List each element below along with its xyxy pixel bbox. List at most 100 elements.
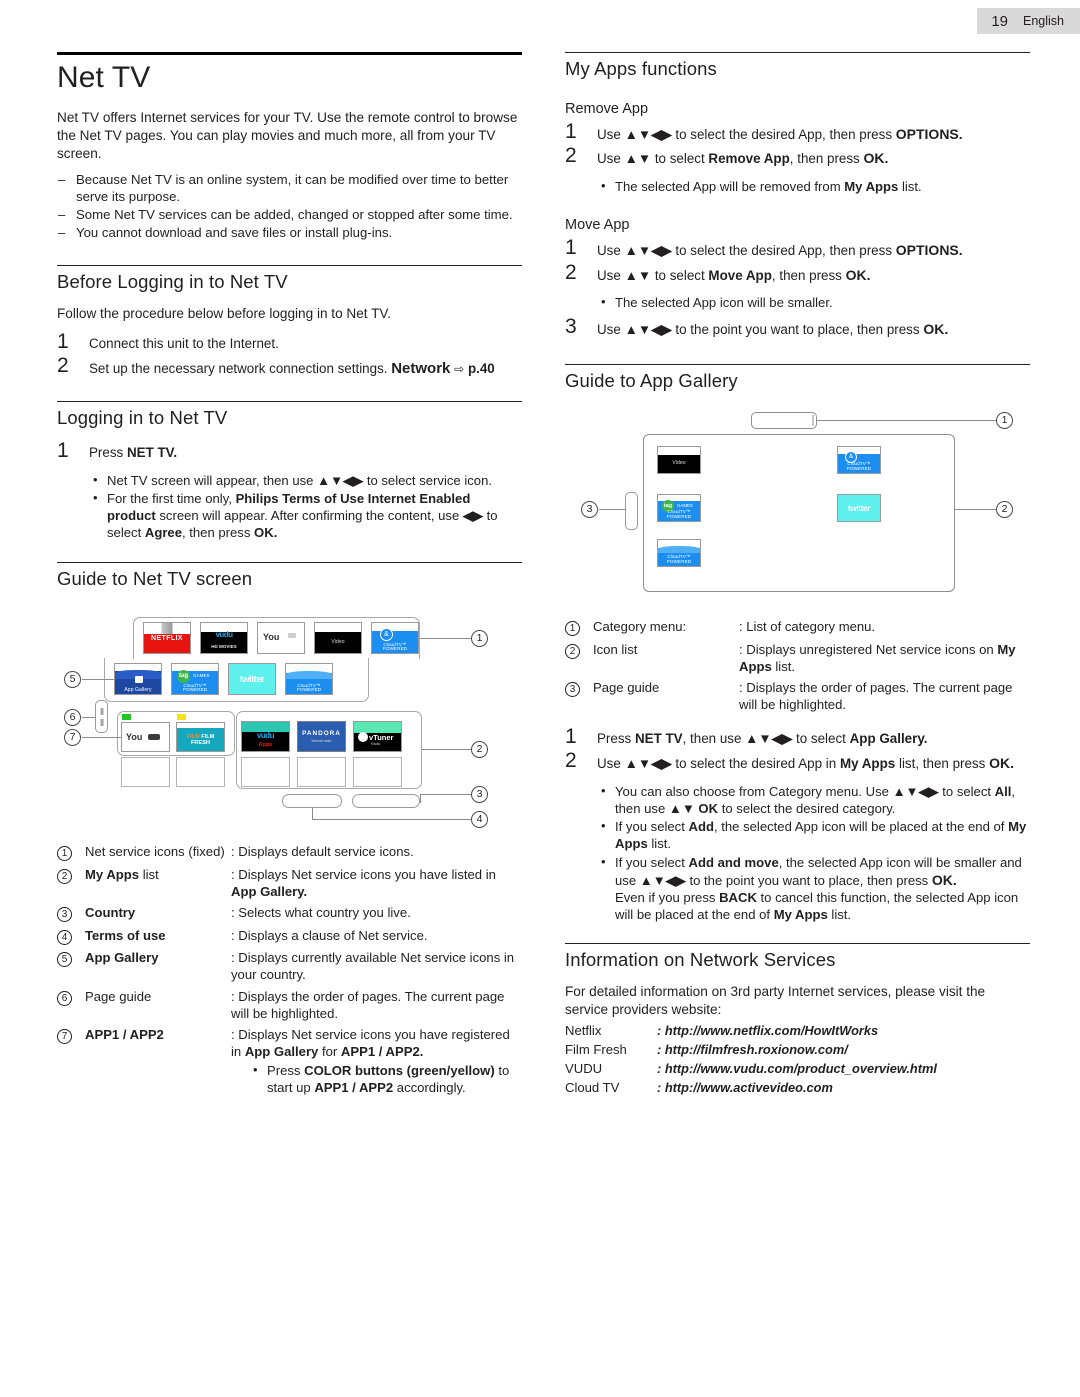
bullet-pre: You can also choose from Category menu. … — [615, 784, 889, 800]
step-number: 2 — [565, 260, 577, 284]
youtube-app1-tile[interactable]: You — [121, 721, 170, 752]
bullet-extra-tail: list. — [827, 907, 852, 923]
step-text: Use ▲▼◀▶ to select the desired App, then… — [597, 237, 963, 260]
vudu-tile[interactable]: vudu HD MOVIES — [200, 621, 248, 654]
step-text: Use ▲▼◀▶ to select the desired App, then… — [597, 121, 963, 144]
vtuner-tile-label: vTuner — [369, 732, 394, 742]
vtuner-tile[interactable]: vTuner Radio — [353, 720, 402, 752]
step-pre: Use — [597, 267, 621, 283]
country-button[interactable] — [352, 793, 420, 808]
legend-desc-pre: : Displays unregistered Net service icon… — [739, 641, 998, 657]
legend-term-bold: APP1 / APP2 — [85, 1027, 164, 1043]
legend-number: 2 — [565, 643, 580, 659]
service-row: Film Fresh : http://filmfresh.roxionow.c… — [565, 1040, 937, 1059]
cloudtv-accuweather-tile-label: CloudTV™ POWERED — [846, 461, 872, 471]
empty-app-slot[interactable] — [241, 756, 290, 787]
empty-app-slot[interactable] — [353, 756, 402, 787]
step-number: 1 — [57, 438, 69, 462]
section-heading-guide-gallery: Guide to App Gallery — [565, 370, 738, 392]
bullet-item: Net TV screen will appear, then use ▲▼◀▶… — [93, 471, 522, 489]
service-url[interactable]: : http://www.netflix.com/HowItWorks — [657, 1022, 937, 1041]
category-menu-box[interactable] — [751, 411, 817, 429]
netflix-tile[interactable]: NETFLIX — [143, 621, 191, 654]
legend-row: 3 Country : Selects what country you liv… — [57, 903, 522, 926]
callout-3-marker: 3 — [581, 500, 598, 518]
tag-games-tile[interactable]: tag GAMES CloudTV™ POWERED — [171, 662, 219, 695]
right-column: My Apps functions Remove App 1 Use ▲▼◀▶ … — [565, 52, 1030, 1097]
callout-1-marker: 1 — [996, 411, 1013, 429]
vudu-apps-tile[interactable]: vudu Apps — [241, 720, 290, 752]
callout-2-leader — [955, 508, 997, 510]
callout-7-marker: 7 — [64, 728, 81, 746]
empty-app-slot[interactable] — [121, 756, 170, 787]
bullet-mid: to select — [942, 784, 992, 800]
gallery-steps: 1 Press NET TV, then use ▲▼◀▶ to select … — [565, 726, 1030, 773]
twitter-tile[interactable]: twitter — [228, 662, 276, 695]
bullet-mid: , the selected App icon will be placed a… — [713, 819, 1009, 835]
before-logging-steps: 1 Connect this unit to the Internet. 2 S… — [57, 329, 522, 379]
bullet-item: For the first time only, Philips Terms o… — [93, 489, 522, 541]
page-guide-pill[interactable] — [625, 491, 638, 530]
color-buttons-label: COLOR buttons (green/yellow) — [304, 1063, 495, 1079]
legend-term: Terms of use — [85, 925, 231, 948]
step-text: Press NET TV, then use ▲▼◀▶ to select Ap… — [597, 726, 928, 748]
video-tile[interactable]: Video — [657, 445, 701, 474]
step-number: 2 — [565, 749, 577, 773]
service-url[interactable]: : http://www.vudu.com/product_overview.h… — [657, 1059, 937, 1078]
myapps-label: My Apps — [773, 907, 828, 923]
empty-app-slot[interactable] — [176, 756, 225, 787]
step-mid: to select the desired App, then press — [675, 126, 893, 142]
service-name: Cloud TV — [565, 1079, 620, 1095]
legend-desc-bold: App Gallery. — [231, 883, 308, 899]
dpad-ud-icon: ▲▼ — [624, 151, 652, 167]
page-header: 19 English — [977, 8, 1080, 34]
filmfresh-app2-tile[interactable]: FILM FILM FRESH — [176, 721, 225, 752]
nettv-screen-diagram: NETFLIX vudu HD MOVIES You Video & Cloud… — [57, 601, 522, 836]
step-post: list, then press — [898, 756, 986, 772]
callout-3-leader-v — [420, 793, 421, 803]
callout-2-leader — [422, 748, 472, 750]
legend-bullet-list: Press COLOR buttons (green/yellow) to st… — [231, 1061, 522, 1096]
page-ref: p.40 — [467, 360, 495, 376]
tag-games-tile[interactable]: tag GAMES CloudTV™ POWERED — [657, 493, 701, 522]
step-item: 1 Connect this unit to the Internet. — [57, 329, 522, 353]
dpad-keys-icon: ▲▼◀▶ — [317, 472, 364, 488]
service-url[interactable]: : http://www.activevideo.com — [657, 1078, 937, 1097]
step-number: 1 — [57, 329, 69, 353]
terms-of-use-button[interactable] — [282, 793, 342, 808]
cloudtv-blue-tile[interactable]: CloudTV™ POWERED — [657, 538, 701, 567]
pandora-tile[interactable]: PANDORA internet radio — [297, 720, 346, 752]
callout-7-leader — [82, 736, 121, 738]
legend-term: Country — [85, 903, 231, 926]
service-row: VUDU : http://www.vudu.com/product_overv… — [565, 1059, 937, 1078]
empty-app-slot[interactable] — [297, 756, 346, 787]
youtube-tile[interactable]: You — [257, 621, 305, 654]
bullet-item: The selected App icon will be smaller. — [601, 293, 1030, 311]
step-post: to select — [796, 731, 846, 747]
section-rule — [565, 364, 1030, 366]
bullet-tail: to select the desired category. — [721, 801, 896, 817]
legend-term: Net service icons (fixed) — [85, 844, 225, 860]
legend-row: 4 Terms of use : Displays a clause of Ne… — [57, 925, 522, 948]
video-tile[interactable]: Video — [314, 621, 362, 654]
nettv-button-label: NET TV. — [126, 444, 178, 460]
nettv-legend-table: 1 Net service icons (fixed) : Displays d… — [57, 842, 522, 1104]
app-labels: APP1 / APP2 — [314, 1080, 394, 1096]
page-guide-pill[interactable] — [95, 699, 108, 733]
service-row: Cloud TV : http://www.activevideo.com — [565, 1078, 937, 1097]
dpad-keys-icon: ▲▼◀▶ — [892, 784, 939, 800]
cloudtv-blue-tile[interactable]: CloudTV™ POWERED — [285, 662, 333, 695]
dpad-keys-icon: ▲▼◀▶ — [639, 872, 686, 888]
cloudtv-accuweather-tile[interactable]: & CloudTV™ POWERED — [837, 445, 881, 474]
app-gallery-tile[interactable]: App Gallery — [114, 662, 162, 695]
twitter-tile[interactable]: twitter — [837, 493, 881, 522]
callout-3-marker: 3 — [471, 785, 488, 803]
cloudtv-accuweather-tile[interactable]: & CloudTV™ POWERED — [371, 621, 419, 654]
pandora-tile-label: PANDORA — [302, 729, 341, 737]
step-mid: to select — [654, 151, 705, 167]
notes-list: Because Net TV is an online system, it c… — [57, 171, 522, 242]
legend-desc-pre: : Displays Net service icons you have li… — [231, 866, 496, 882]
callout-1-leader — [420, 637, 472, 639]
service-url[interactable]: : http://filmfresh.roxionow.com/ — [657, 1040, 937, 1059]
step-text: Use ▲▼ to select Move App, then press OK… — [597, 262, 871, 285]
